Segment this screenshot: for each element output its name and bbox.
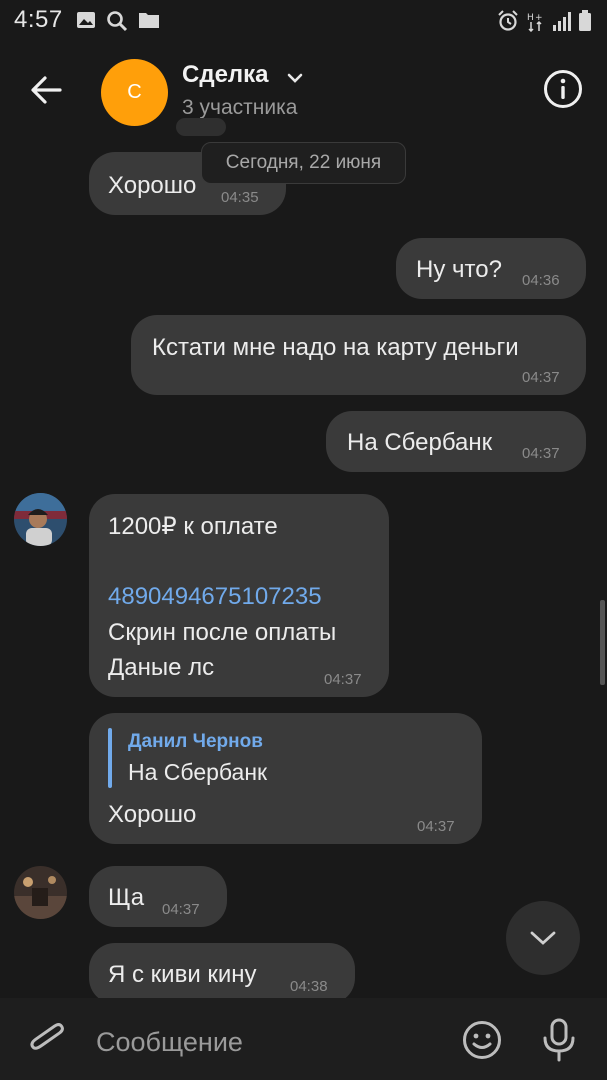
message-text: Я с киви кину — [108, 961, 257, 988]
user-avatar[interactable] — [14, 866, 67, 919]
reply-author[interactable]: Данил Чернов — [128, 731, 263, 753]
microphone-icon[interactable] — [541, 1018, 577, 1062]
chat-title[interactable]: Сделка — [182, 61, 269, 89]
message-text: Ну что? — [416, 256, 502, 283]
message-time: 04:38 — [290, 978, 328, 995]
chat-subtitle: 3 участника — [182, 96, 298, 119]
gallery-icon — [77, 12, 95, 28]
message-time: 04:37 — [162, 901, 200, 918]
message-line: Даные лс — [108, 654, 215, 681]
card-number-link[interactable]: 4890494675107235 — [108, 583, 322, 611]
message-text: Хорошо — [108, 801, 197, 828]
message-time: 04:35 — [221, 189, 259, 206]
message-text: Кстати мне надо на карту деньги — [152, 334, 519, 361]
message-time: 04:37 — [522, 369, 560, 386]
data-icon: H + — [527, 13, 543, 32]
message-bubble-partial — [176, 118, 226, 136]
date-divider: Сегодня, 22 июня — [201, 142, 406, 184]
info-icon[interactable] — [542, 68, 584, 110]
message-line: Скрин после оплаты — [108, 619, 337, 646]
status-time: 4:57 — [14, 6, 63, 33]
message-text: Ща — [108, 884, 145, 911]
folder-icon — [139, 13, 159, 28]
message-line: 1200₽ к оплате — [108, 513, 278, 540]
back-arrow-icon[interactable] — [26, 70, 70, 110]
paperclip-icon[interactable] — [28, 1019, 66, 1061]
reply-quote-bar — [108, 728, 112, 788]
reply-quote-text[interactable]: На Сбербанк — [128, 759, 267, 786]
chat-avatar[interactable]: С — [101, 59, 168, 126]
message-time: 04:36 — [522, 272, 560, 289]
scrollbar[interactable] — [600, 600, 605, 685]
alarm-icon — [498, 10, 518, 31]
status-bar: 4:57 H + — [0, 0, 607, 42]
message-time: 04:37 — [417, 818, 455, 835]
chevron-down-icon — [530, 931, 556, 945]
scroll-down-button[interactable] — [506, 901, 580, 975]
chevron-down-icon[interactable] — [286, 72, 304, 84]
signal-icon — [553, 12, 571, 31]
emoji-icon[interactable] — [461, 1019, 503, 1061]
svg-text:H: H — [527, 13, 534, 23]
message-text: Хорошо — [108, 172, 197, 199]
message-time: 04:37 — [522, 445, 560, 462]
search-icon — [107, 11, 128, 32]
message-input[interactable] — [96, 1022, 436, 1062]
chat-header — [0, 42, 607, 134]
battery-icon — [579, 10, 591, 31]
message-text: На Сбербанк — [347, 429, 493, 456]
message-time: 04:37 — [324, 671, 362, 688]
user-avatar[interactable] — [14, 493, 67, 546]
